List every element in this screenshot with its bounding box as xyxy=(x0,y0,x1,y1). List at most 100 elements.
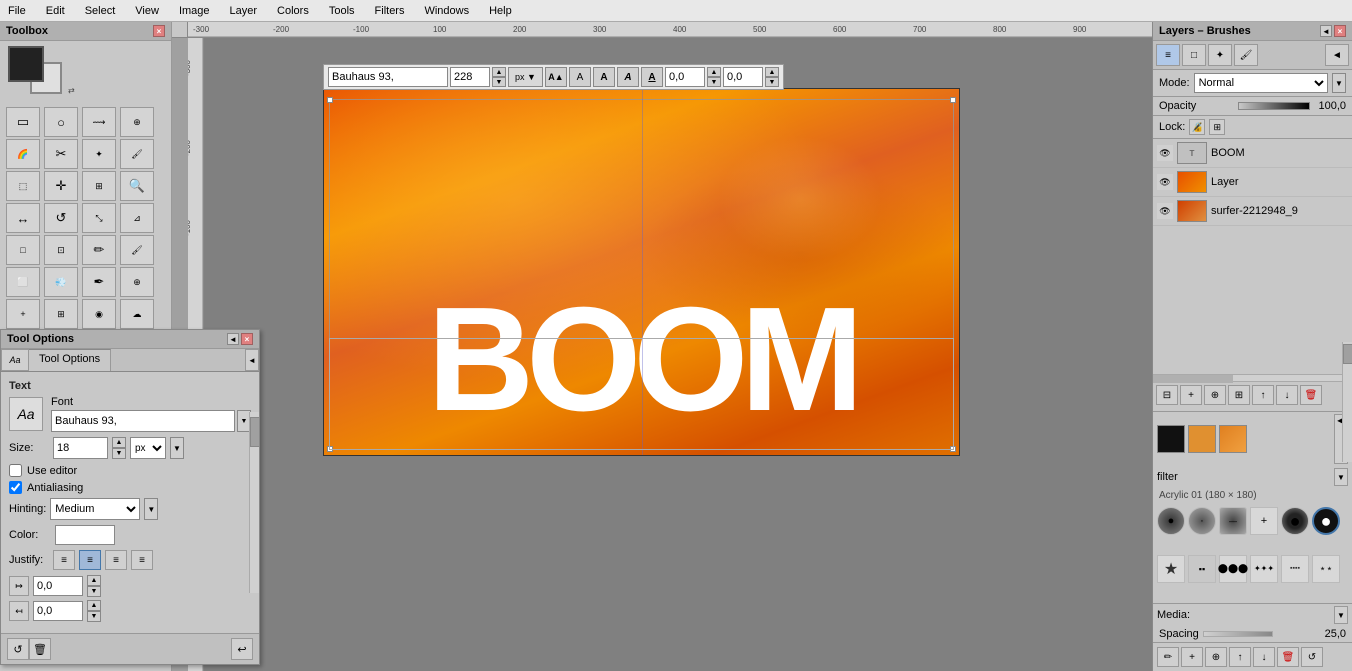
paint-tool[interactable]: 🖌 xyxy=(120,139,154,169)
menu-image[interactable]: Image xyxy=(175,3,214,19)
size-spin-up[interactable]: ▲ xyxy=(492,67,506,77)
canvas-container[interactable]: -300 -200 -100 BOOM xyxy=(188,38,1152,671)
new-layer-btn[interactable]: + xyxy=(1180,385,1202,405)
style-btn-5[interactable]: A xyxy=(641,67,663,87)
tool-options-collapse-btn[interactable]: ◄ xyxy=(227,333,239,345)
free-select-tool[interactable]: ⟿ xyxy=(82,107,116,137)
move-layer-up-btn[interactable]: ↑ xyxy=(1252,385,1274,405)
pencil-tool[interactable]: ✏ xyxy=(82,235,116,265)
brush-import-icon[interactable]: ↓ xyxy=(1253,647,1275,667)
lock-pixels-icon[interactable]: 🔏 xyxy=(1189,119,1205,135)
size-field[interactable] xyxy=(53,437,108,459)
menu-windows[interactable]: Windows xyxy=(420,3,473,19)
flip-tool[interactable]: ↔ xyxy=(6,203,40,233)
justify-left-btn[interactable]: ≡ xyxy=(53,550,75,570)
ink-tool[interactable]: ✒ xyxy=(82,267,116,297)
hinting-arrow[interactable]: ▼ xyxy=(144,498,158,520)
tab-arrow[interactable]: ◄ xyxy=(245,349,259,371)
layer-item-surfer[interactable]: 👁 surfer-2212948_9 xyxy=(1153,197,1352,226)
canvas-image[interactable]: BOOM xyxy=(323,88,960,456)
layers-collapse-btn[interactable]: ◄ xyxy=(1320,25,1332,37)
brush-color-2[interactable] xyxy=(1188,425,1216,453)
eye-boom[interactable]: 👁 xyxy=(1157,145,1173,161)
delete-layer-btn[interactable]: 🗑 xyxy=(1300,385,1322,405)
use-editor-checkbox[interactable] xyxy=(9,464,22,477)
size-spin-down[interactable]: ▼ xyxy=(492,77,506,87)
tool-options-close-btn[interactable]: × xyxy=(241,333,253,345)
brush-edit-icon[interactable]: ✏ xyxy=(1157,647,1179,667)
brush-scrollbar[interactable] xyxy=(1342,342,1352,462)
font-preview[interactable]: Aa xyxy=(9,397,43,431)
eraser-tool[interactable]: ⬜ xyxy=(6,267,40,297)
clone-tool[interactable]: ⊕ xyxy=(120,267,154,297)
layer-item-color[interactable]: 👁 Layer xyxy=(1153,168,1352,197)
brush-color-1[interactable] xyxy=(1157,425,1185,453)
layers-scrollbar[interactable] xyxy=(1153,374,1352,382)
font-name-field[interactable] xyxy=(51,410,235,432)
color-picker-tool[interactable]: 🌈 xyxy=(6,139,40,169)
brush-6-active[interactable]: ● xyxy=(1312,507,1340,535)
swap-colors-icon[interactable]: ⇄ xyxy=(68,86,78,96)
style-btn-2[interactable]: A xyxy=(569,67,591,87)
opacity-slider[interactable] xyxy=(1238,102,1311,110)
rect-select-tool[interactable]: ▭ xyxy=(6,107,40,137)
tab-icon-channels[interactable]: □ xyxy=(1182,44,1206,66)
brush-duplicate-icon[interactable]: ⊕ xyxy=(1205,647,1227,667)
brush-export-icon[interactable]: ↑ xyxy=(1229,647,1251,667)
brush-3[interactable]: — xyxy=(1219,507,1247,535)
mode-select[interactable]: Normal xyxy=(1194,73,1328,93)
scissors-tool[interactable]: ✂ xyxy=(44,139,78,169)
blur-tool[interactable]: ◉ xyxy=(82,299,116,329)
brush-4[interactable]: + xyxy=(1250,507,1278,535)
tab-icon-collapse[interactable]: ◄ xyxy=(1325,44,1349,66)
tab-icon-layers[interactable]: ≡ xyxy=(1156,44,1180,66)
tab-icon-tool[interactable]: Aa xyxy=(1,349,29,371)
unit-arrow[interactable]: ▼ xyxy=(170,437,184,459)
brush-10[interactable]: ✦✦✦ xyxy=(1250,555,1278,583)
to-reset-icon[interactable]: ↺ xyxy=(7,638,29,660)
brush-1[interactable]: ● xyxy=(1157,507,1185,535)
menu-tools[interactable]: Tools xyxy=(325,3,359,19)
layers-close-btn[interactable]: × xyxy=(1334,25,1346,37)
indent-value-2[interactable] xyxy=(33,601,83,621)
style-btn-1[interactable]: A▲ xyxy=(545,67,567,87)
justify-right-btn[interactable]: ≡ xyxy=(105,550,127,570)
menu-select[interactable]: Select xyxy=(81,3,120,19)
media-arrow[interactable]: ▼ xyxy=(1334,606,1348,624)
indent-value-1[interactable] xyxy=(33,576,83,596)
scale-tool[interactable]: ⤡ xyxy=(82,203,116,233)
to-delete-icon[interactable]: 🗑 xyxy=(29,638,51,660)
menu-colors[interactable]: Colors xyxy=(273,3,313,19)
offset-y-input[interactable] xyxy=(723,67,763,87)
hinting-select[interactable]: Medium None Slight Full xyxy=(50,498,140,520)
perspective-tool[interactable]: □ xyxy=(6,235,40,265)
ellipse-select-tool[interactable]: ○ xyxy=(44,107,78,137)
offset-x-down[interactable]: ▼ xyxy=(707,77,721,87)
transform-tool[interactable]: ⊡ xyxy=(44,235,78,265)
brush-8[interactable]: ▪▪ xyxy=(1188,555,1216,583)
to-restore-icon[interactable]: ↩ xyxy=(231,638,253,660)
indent-down-2[interactable]: ▼ xyxy=(87,611,101,622)
brush-new-icon[interactable]: + xyxy=(1181,647,1203,667)
eye-surfer[interactable]: 👁 xyxy=(1157,203,1173,219)
shear-tool[interactable]: ⊿ xyxy=(120,203,154,233)
brush-7[interactable]: ★ xyxy=(1157,555,1185,583)
rotate-tool[interactable]: ↺ xyxy=(44,203,78,233)
brush-12[interactable]: ⋆⋆ xyxy=(1312,555,1340,583)
airbrush-tool[interactable]: 💨 xyxy=(44,267,78,297)
brush-11[interactable]: ▪▪▪▪ xyxy=(1281,555,1309,583)
boom-text[interactable]: BOOM xyxy=(427,275,855,445)
font-size-input[interactable] xyxy=(450,67,490,87)
menu-filters[interactable]: Filters xyxy=(371,3,409,19)
lock-position-icon[interactable]: ⊞ xyxy=(1209,119,1225,135)
paths-tool[interactable]: ✦ xyxy=(82,139,116,169)
heal-tool[interactable]: + xyxy=(6,299,40,329)
menu-help[interactable]: Help xyxy=(485,3,516,19)
perspective-clone-tool[interactable]: ⊞ xyxy=(44,299,78,329)
brush-2[interactable]: · xyxy=(1188,507,1216,535)
offset-x-up[interactable]: ▲ xyxy=(707,67,721,77)
crop-tool[interactable]: ⬚ xyxy=(6,171,40,201)
layer-item-boom[interactable]: 👁 T BOOM xyxy=(1153,139,1352,168)
filter-arrow[interactable]: ▼ xyxy=(1334,468,1348,486)
color-swatch[interactable] xyxy=(55,525,115,545)
